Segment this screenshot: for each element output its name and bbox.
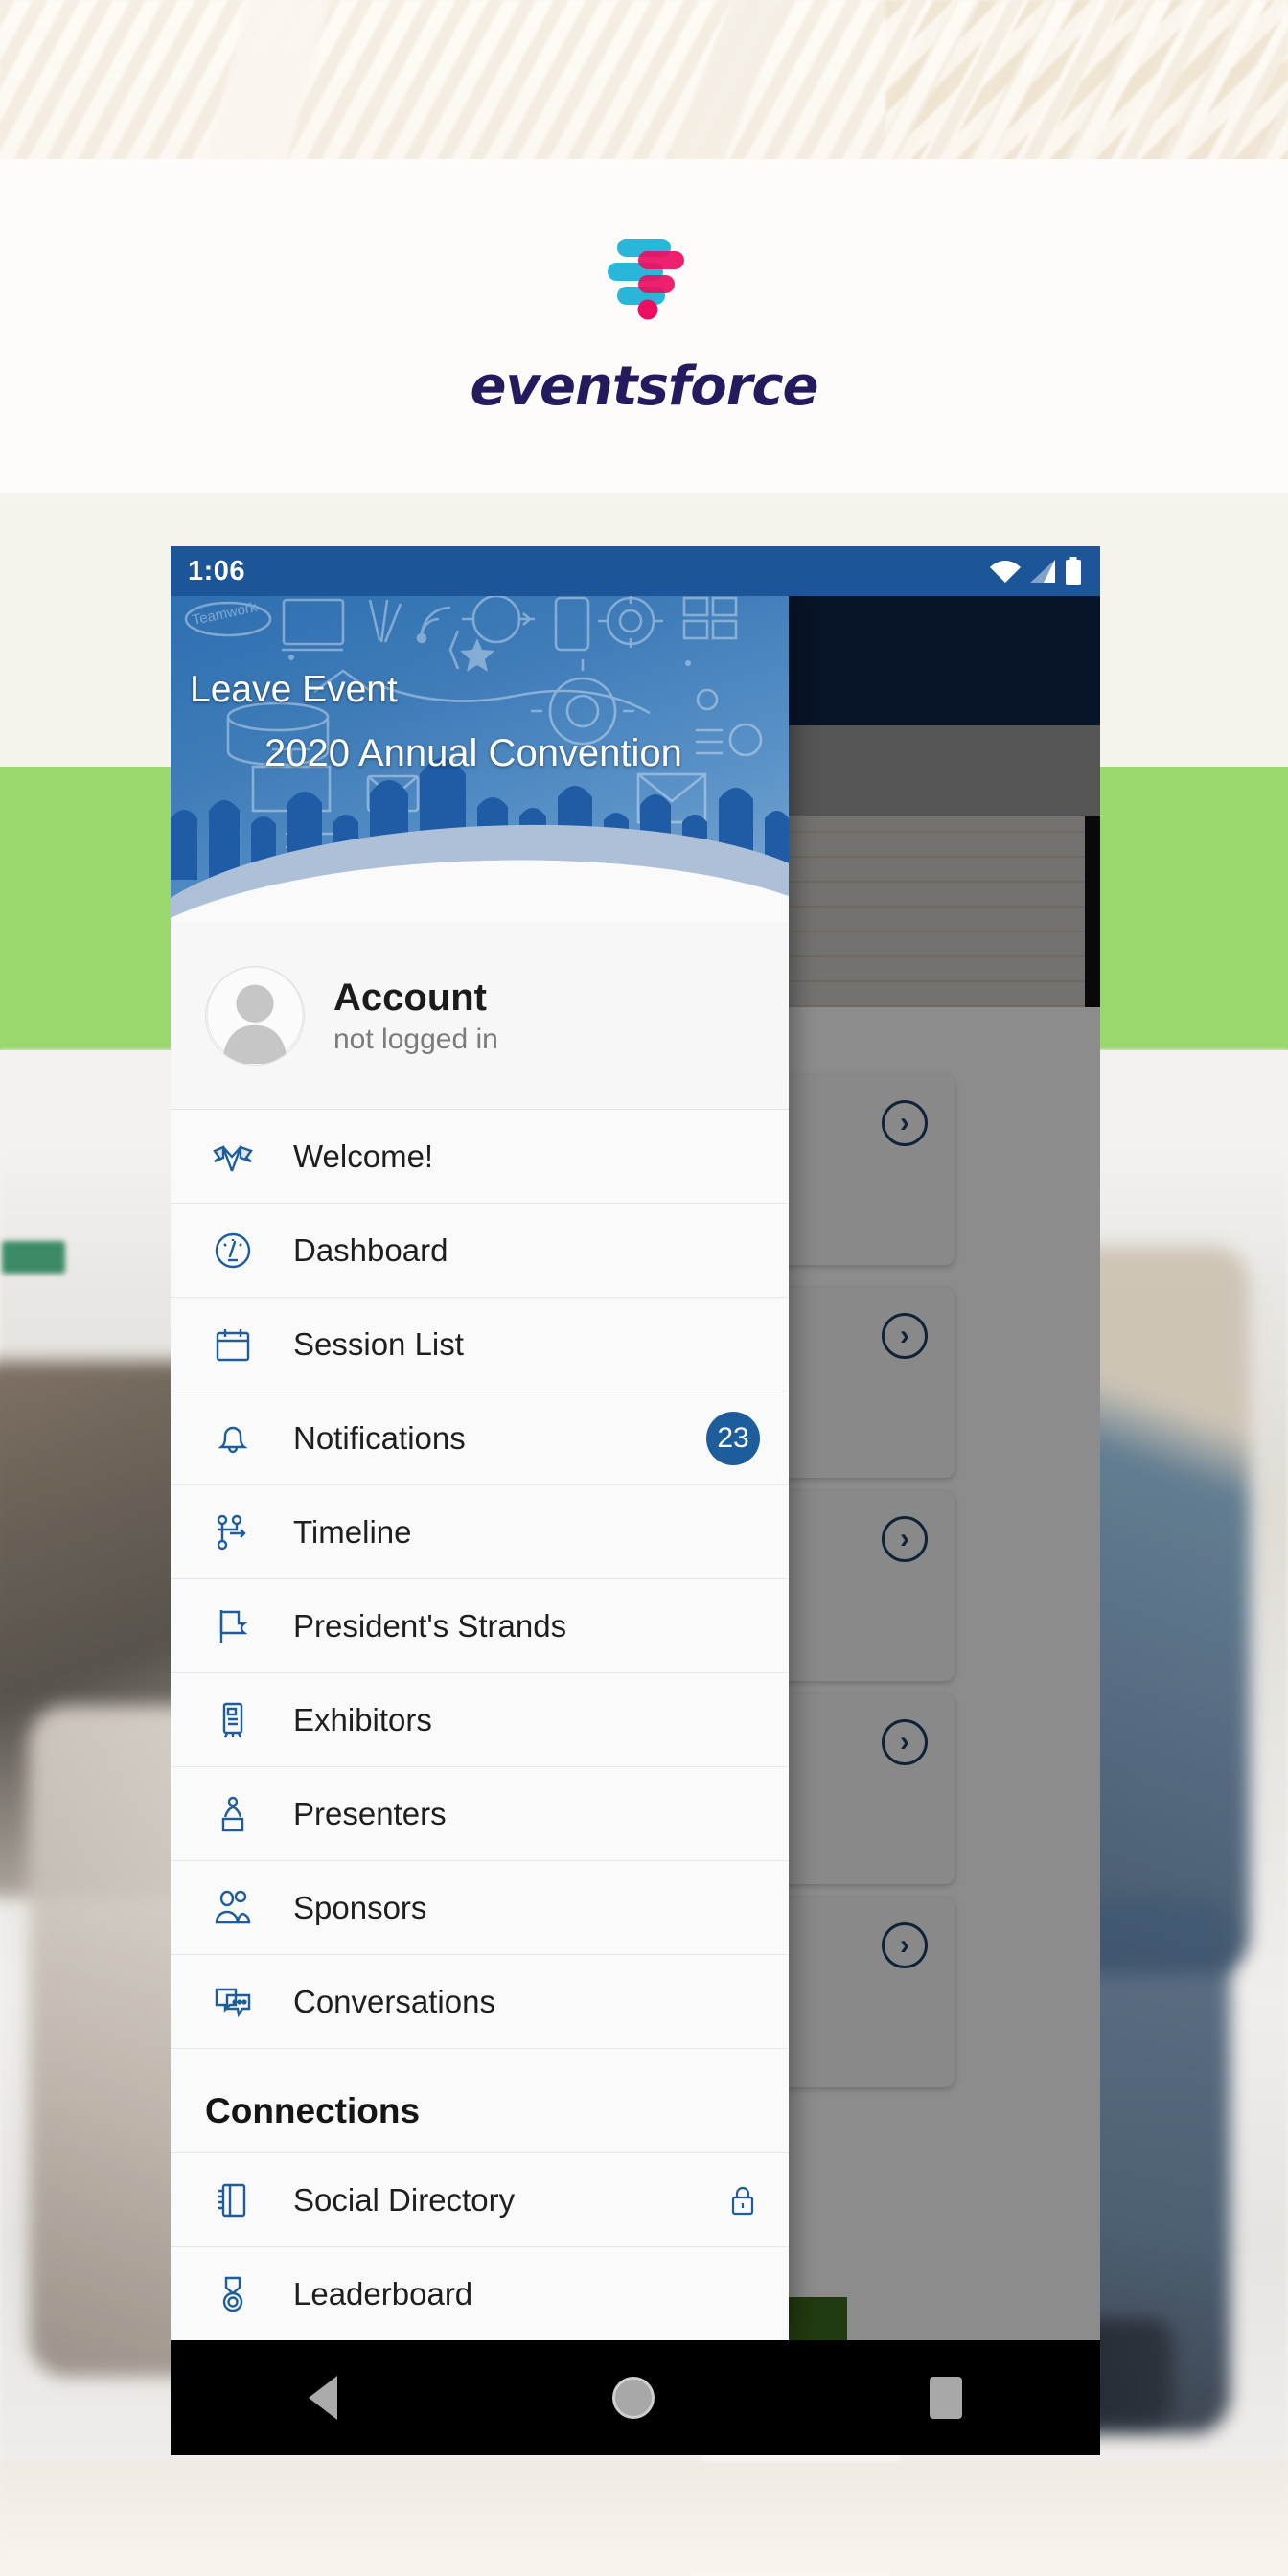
chevron-right-circle-icon[interactable]: › (882, 1719, 928, 1765)
sidebar-item-label: Notifications (293, 1420, 706, 1457)
sidebar-item-dashboard[interactable]: Dashboard (171, 1204, 789, 1298)
sidebar-item-label: President's Strands (293, 1608, 760, 1644)
recents-button[interactable] (930, 2377, 962, 2419)
gauge-icon (205, 1223, 261, 1278)
sidebar-item-presidents-strands[interactable]: President's Strands (171, 1579, 789, 1673)
home-button[interactable] (612, 2377, 655, 2419)
exhibitor-icon (205, 1692, 261, 1748)
background-exit-sign (2, 1241, 65, 1274)
battery-icon (1064, 557, 1083, 586)
eventsforce-logo-icon (586, 235, 702, 342)
account-name: Account (334, 976, 498, 1020)
drawer-header: Teamwork Leave Event 2020 Annual Convent… (171, 596, 789, 922)
sidebar-item-leaderboard[interactable]: Leaderboard (171, 2247, 789, 2340)
back-button[interactable] (309, 2376, 337, 2420)
sidebar-item-presenters[interactable]: Presenters (171, 1767, 789, 1861)
status-time: 1:06 (188, 556, 245, 587)
sidebar-item-label: Welcome! (293, 1138, 760, 1175)
sidebar-item-timeline[interactable]: Timeline (171, 1485, 789, 1579)
navigation-drawer: Teamwork Leave Event 2020 Annual Convent… (171, 596, 789, 2340)
sidebar-item-label: Leaderboard (293, 2276, 760, 2312)
person-placeholder-icon (206, 966, 304, 1065)
sidebar-item-label: Presenters (293, 1796, 760, 1832)
medal-icon (205, 2266, 261, 2322)
address-book-icon (205, 2173, 261, 2228)
status-badge: 23 (706, 1412, 760, 1465)
background-floor (0, 2461, 1288, 2576)
status-icons (989, 557, 1083, 586)
bell-icon (205, 1411, 261, 1466)
sidebar-item-conversations[interactable]: Conversations (171, 1955, 789, 2049)
sidebar-item-session-list[interactable]: Session List (171, 1298, 789, 1392)
sidebar-item-label: Conversations (293, 1984, 760, 2020)
sidebar-section-connections: Connections (171, 2049, 789, 2153)
sidebar-item-welcome[interactable]: Welcome! (171, 1110, 789, 1204)
account-status: not logged in (334, 1024, 498, 1056)
leave-event-button[interactable]: Leave Event (190, 669, 398, 711)
avatar (205, 966, 305, 1066)
lock-icon (725, 2180, 760, 2220)
sidebar-item-sponsors[interactable]: Sponsors (171, 1861, 789, 1955)
sidebar-item-label: Session List (293, 1326, 760, 1363)
sidebar-item-label: Dashboard (293, 1232, 760, 1269)
chat-bubbles-icon (205, 1974, 261, 2030)
sidebar-item-notifications[interactable]: Notifications 23 (171, 1392, 789, 1485)
cellular-signal-icon (1028, 558, 1057, 585)
phone-screen: ange › EST llroom B › EST llroom B › EST… (171, 546, 1100, 2455)
account-row[interactable]: Account not logged in (171, 922, 789, 1110)
presenter-icon (205, 1786, 261, 1842)
wifi-icon (989, 558, 1022, 585)
sidebar-item-label: Exhibitors (293, 1702, 760, 1738)
chevron-right-circle-icon[interactable]: › (882, 1100, 928, 1146)
eventsforce-wordmark: eventsforce (470, 356, 817, 418)
event-title: 2020 Annual Convention (264, 732, 682, 775)
sidebar-item-social-directory[interactable]: Social Directory (171, 2153, 789, 2247)
flags-icon (205, 1129, 261, 1184)
eventsforce-banner: eventsforce (0, 159, 1288, 493)
sidebar-item-exhibitors[interactable]: Exhibitors (171, 1673, 789, 1767)
people-icon (205, 1880, 261, 1936)
android-nav-bar (171, 2340, 1100, 2455)
chevron-right-circle-icon[interactable]: › (882, 1922, 928, 1968)
flag-icon (205, 1598, 261, 1654)
sidebar-item-label: Timeline (293, 1514, 760, 1551)
calendar-icon (205, 1317, 261, 1372)
timeline-icon (205, 1505, 261, 1560)
chevron-right-circle-icon[interactable]: › (882, 1516, 928, 1562)
sidebar-item-label: Social Directory (293, 2182, 725, 2219)
sidebar-item-label: Sponsors (293, 1890, 760, 1926)
status-bar: 1:06 (171, 546, 1100, 596)
chevron-right-circle-icon[interactable]: › (882, 1313, 928, 1359)
